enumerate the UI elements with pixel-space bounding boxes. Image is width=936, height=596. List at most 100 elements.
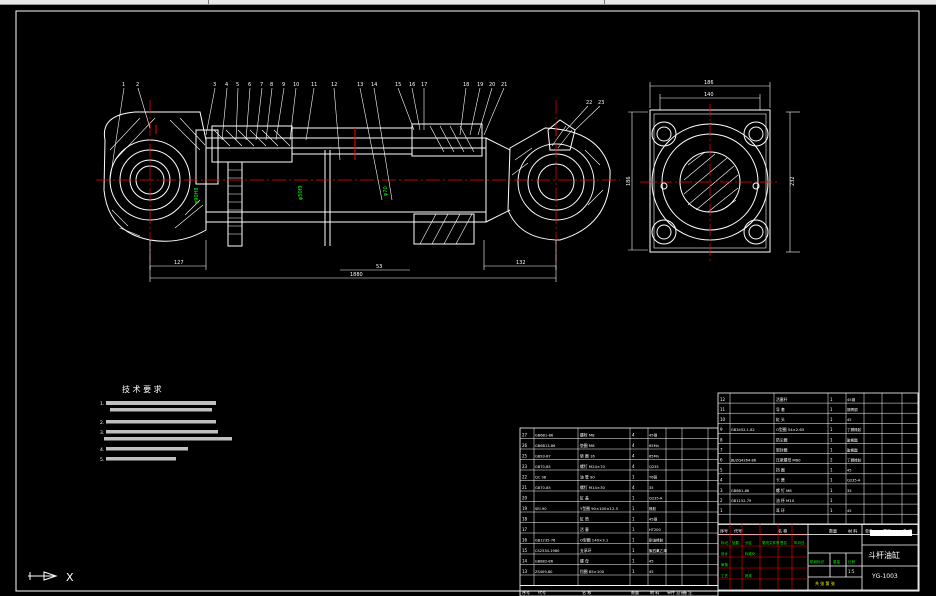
bom-row-qty: 4 bbox=[632, 464, 635, 469]
bom-row-no: 16 bbox=[522, 537, 528, 542]
bom-row-code: ZS409-80 bbox=[535, 570, 553, 574]
bom-row-code: GB93-87 bbox=[535, 454, 551, 458]
bom-row-qty: 1 bbox=[830, 498, 833, 503]
bom-row-material: Q235-A bbox=[649, 496, 663, 500]
bom-row-name: 螺钉 M24×70 bbox=[580, 464, 606, 469]
bom-row-name: 螺 母 bbox=[580, 558, 589, 563]
bom-row-qty: 1 bbox=[632, 527, 635, 532]
bom-row-name: Y型圈 90×100×12.5 bbox=[580, 506, 619, 511]
bom-table-right: 12 活塞杆 1 45钢11 导 套 1 锡青铜10 缸 头 1 459 GB3452.1-82 O型… bbox=[717, 392, 919, 535]
bom-row-material: 45 bbox=[847, 469, 852, 473]
bom-row-material: 聚氨酯 bbox=[847, 447, 858, 452]
bom-row-material: 锡青铜 bbox=[847, 407, 858, 412]
bom-row-name: 油 管 90 bbox=[580, 474, 595, 479]
bom-row-qty: 1 bbox=[632, 558, 635, 563]
bom-row-name: 密封圈 bbox=[776, 447, 788, 452]
bom-row-material: Q235 bbox=[649, 465, 659, 469]
dim-left-127: 127 bbox=[174, 260, 184, 266]
balloon: 13 bbox=[357, 82, 363, 88]
bom-row-qty: 1 bbox=[830, 417, 833, 422]
bom-row-name: 油 杯 M10 bbox=[776, 498, 795, 503]
bom-row-no: 9 bbox=[720, 427, 723, 432]
left-eye-outline bbox=[103, 111, 207, 242]
svg-text:工艺: 工艺 bbox=[721, 573, 729, 578]
bom-row-qty: 1 bbox=[830, 427, 833, 432]
bom-row-name: 导 套 bbox=[776, 407, 785, 412]
bom-row-qty: 1 bbox=[830, 488, 833, 493]
svg-text:标准化: 标准化 bbox=[745, 551, 756, 556]
balloon: 17 bbox=[421, 82, 427, 88]
bom-row-name: 活 塞 bbox=[580, 527, 589, 532]
bom-row-material: 耐油橡胶 bbox=[649, 537, 664, 542]
svg-text:年月日: 年月日 bbox=[794, 540, 805, 545]
bom-row-name: 螺 钉 M8 bbox=[776, 488, 792, 493]
bom-row-material: 聚四氟乙烯 bbox=[649, 548, 667, 553]
title-sheet: 共 张 第 张 bbox=[815, 580, 835, 586]
balloon: 22 bbox=[586, 100, 592, 106]
svg-text:2.: 2. bbox=[100, 420, 104, 426]
bom-row-no: 17 bbox=[522, 527, 528, 532]
ucs-x-label: X bbox=[66, 571, 74, 584]
bom-row-no: 7 bbox=[720, 447, 723, 452]
bom-row-no: 4 bbox=[720, 478, 723, 483]
bom-footer-cell: 代号 bbox=[734, 527, 742, 533]
bom-row-qty: 1 bbox=[632, 569, 635, 574]
tech-requirements-notes: 1. 2. 3. 4. 5. bbox=[100, 401, 232, 463]
bom-row-qty: 4 bbox=[632, 443, 635, 448]
bom-footer-cell: 单件 总计 bbox=[667, 589, 684, 595]
balloon: 12 bbox=[331, 82, 337, 88]
bom-row-qty: 1 bbox=[632, 548, 635, 553]
svg-text:批准: 批准 bbox=[745, 573, 753, 578]
balloon: 11 bbox=[311, 82, 317, 88]
bom-row-no: 15 bbox=[522, 548, 528, 553]
bom-row-qty: 4 bbox=[632, 453, 635, 458]
bom-row-name: 活塞杆 bbox=[776, 397, 788, 402]
bom-row-name: 螺钉 M14×30 bbox=[580, 485, 606, 490]
bom-row-no: 6 bbox=[720, 458, 723, 463]
balloons-top: 1 2 3 4 5 6 7 8 9 10 11 12 13 14 15 16 1… bbox=[122, 82, 604, 106]
svg-text:审核: 审核 bbox=[721, 562, 729, 567]
balloon: 5 bbox=[236, 82, 239, 88]
bom-footer-cell: 名 称 bbox=[582, 589, 591, 595]
balloon: 2 bbox=[136, 82, 139, 88]
bom-footer-cell: 材 料 bbox=[650, 589, 659, 595]
bom-row-no: 8 bbox=[720, 437, 723, 442]
bom-row-qty: 1 bbox=[830, 397, 833, 402]
cylinder-assembly-view: φ90H8 φ50f9 φ70 bbox=[96, 100, 620, 262]
part-name: 斗杆油缸 bbox=[868, 550, 900, 560]
balloon: 19 bbox=[477, 82, 483, 88]
bom-row-no: 20 bbox=[522, 495, 528, 500]
bom-row-no: 1 bbox=[720, 508, 723, 513]
bom-row-no: 26 bbox=[522, 443, 528, 448]
bom-row-code: GB6B1-86 bbox=[535, 433, 554, 437]
bom-row-no: 13 bbox=[522, 569, 528, 574]
bom-row-code: GB6B1-86 bbox=[731, 489, 750, 493]
bom-row-material: 45钢 bbox=[847, 397, 856, 402]
bom-row-code: CS2534-1980 bbox=[535, 549, 560, 553]
bom-row-material: 65Mn bbox=[649, 454, 659, 458]
balloon: 14 bbox=[371, 82, 377, 88]
svg-text:4.: 4. bbox=[100, 447, 104, 453]
bom-row-qty: 4 bbox=[632, 485, 635, 490]
dim-end-side: 186 bbox=[626, 176, 632, 186]
svg-text:更改文件号: 更改文件号 bbox=[762, 540, 780, 545]
bom-row-qty: 1 bbox=[632, 516, 635, 521]
bom-row-material: 35 bbox=[649, 486, 654, 490]
bom-row-material: 45 bbox=[847, 509, 852, 513]
bom-row-code: GB1235-76 bbox=[535, 538, 556, 542]
svg-text:设计: 设计 bbox=[721, 551, 729, 556]
left-eye-hatch bbox=[109, 117, 206, 237]
balloon: 18 bbox=[463, 82, 469, 88]
drawing-canvas[interactable]: φ90H8 φ50f9 φ70 127 132 1880 53 1 2 3 4 … bbox=[0, 4, 936, 596]
balloon: 16 bbox=[409, 82, 415, 88]
bom-row-no: 22 bbox=[522, 474, 528, 479]
bom-row-code: GB6B13-86 bbox=[535, 444, 556, 448]
bom-row-material: T6铜 bbox=[648, 474, 657, 479]
svg-text:5.: 5. bbox=[100, 457, 104, 463]
bom-row-qty: 1 bbox=[632, 537, 635, 542]
svg-text:标记: 标记 bbox=[721, 540, 729, 545]
svg-text:分区: 分区 bbox=[745, 540, 753, 545]
bom-footer-cell: 材 料 bbox=[848, 527, 857, 533]
bom-row-material: 45钢 bbox=[649, 432, 658, 437]
bom-row-qty: 1 bbox=[632, 506, 635, 511]
